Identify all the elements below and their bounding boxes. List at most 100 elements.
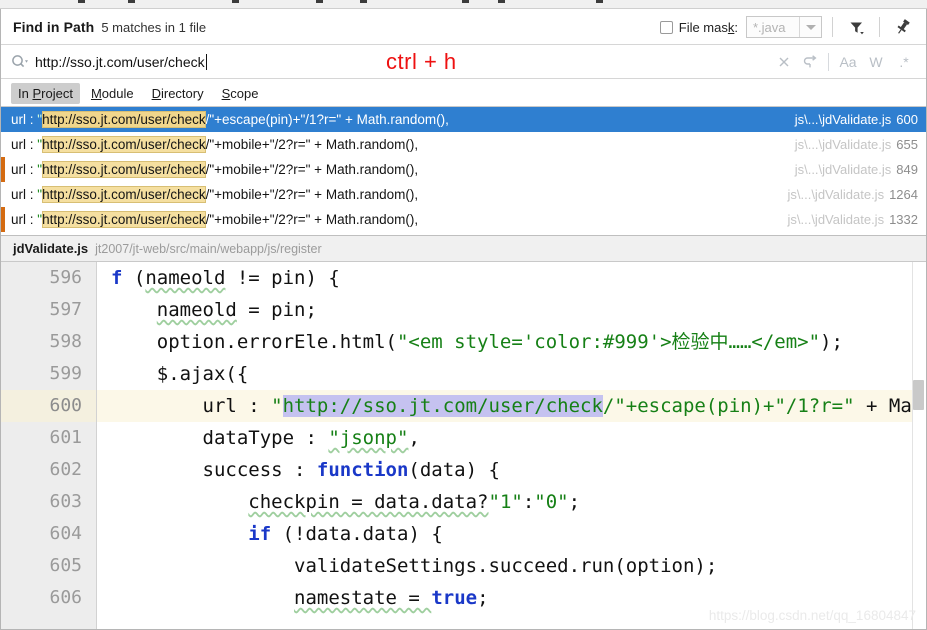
code-body: validateSettings.succeed.run(option); [294,555,718,577]
code-line: 605 validateSettings.succeed.run(option)… [1,550,926,582]
result-prefix: url : [11,162,38,177]
result-location: js\...\jdValidate.js 849 [795,157,918,182]
search-options-divider [828,53,829,71]
preview-file-header: jdValidate.js jt2007/jt-web/src/main/web… [1,236,926,262]
whole-words-toggle[interactable]: W [862,49,890,75]
editor-scrollbar[interactable] [912,262,926,629]
search-input[interactable]: http://sso.jt.com/user/check [35,54,205,70]
table-row[interactable]: url : " http://sso.jt.com/user/check/"+mo… [1,207,926,232]
preview-file-path: jt2007/jt-web/src/main/webapp/js/registe… [95,241,322,256]
tab-scope[interactable]: Scope [215,83,266,104]
code-line: 604 if (!data.data) { [1,518,926,550]
tab-module[interactable]: Module [84,83,141,104]
table-row[interactable]: url : " http://sso.jt.com/user/check/"+es… [1,107,926,132]
pin-button[interactable] [890,14,916,40]
line-number: 606 [1,582,97,614]
file-mask-dropdown-button[interactable] [799,17,821,37]
code-string-1: "1" [488,491,523,513]
result-location: js\...\jdValidate.js 1332 [787,207,918,232]
result-prefix: url : [11,112,38,127]
page-title: Find in Path [13,19,95,35]
find-in-path-window: Find in Path 5 matches in 1 file File ma… [0,0,927,630]
search-history-button[interactable] [797,49,823,75]
result-match-highlight: http://sso.jt.com/user/check [42,161,206,178]
result-match-highlight: http://sso.jt.com/user/check [42,111,206,128]
line-number: 600 [1,390,97,422]
toolbar-glyph [316,0,323,3]
filter-icon [850,22,864,34]
code-tail: ; [568,491,581,513]
clear-search-button[interactable] [771,49,797,75]
tab-mnemonic: P [32,85,42,101]
line-number: 603 [1,486,97,518]
tab-in-project[interactable]: In Project [11,82,80,104]
search-row: http://sso.jt.com/user/check ctrl + h Aa… [1,45,926,79]
code-keyword: true [431,587,478,609]
code-line: 601 dataType : "jsonp", [1,422,926,454]
filter-button[interactable] [843,14,869,40]
table-row[interactable]: url : " http://sso.jt.com/user/check/"+mo… [1,132,926,157]
results-list[interactable]: url : " http://sso.jt.com/user/check/"+es… [1,107,926,236]
code-selection-match: http://sso.jt.com/user/check [282,395,603,417]
file-mask-label-pre: File mas [678,19,728,35]
code-expr: namestate = [294,587,432,609]
table-row[interactable]: url : " http://sso.jt.com/user/check/"+mo… [1,182,926,207]
search-icon [12,55,28,68]
table-row[interactable]: url : " http://sso.jt.com/user/check/"+mo… [1,157,926,182]
result-file-name: js\...\jdValidate.js [794,112,892,127]
match-count-label: 5 matches in 1 file [101,19,207,35]
code-preview[interactable]: 596 f (nameold != pin) { 597 nameold = p… [1,262,926,629]
search-icon-button[interactable] [11,54,33,70]
result-suffix: /"+mobile+"/2?r=" + Math.random(), [205,212,419,227]
file-mask-label: File mask: [679,20,738,35]
pin-icon [897,19,910,34]
preview-file-name: jdValidate.js [13,241,89,256]
code-tail: + Ma [854,395,912,417]
code-text: success : function(data) { [97,454,500,486]
file-mask-value[interactable]: *.java [747,17,799,37]
result-suffix: /"+mobile+"/2?r=" + Math.random(), [205,187,419,202]
code-tail: (!data.data) { [271,523,443,545]
code-keyword: function [316,459,409,481]
regex-toggle[interactable]: .* [890,49,918,75]
toolbar-glyph [498,0,505,3]
tab-label-pre: In [18,85,33,101]
result-location: js\...\jdValidate.js 1264 [787,182,918,207]
code-tail: ); [820,331,843,353]
result-line-number: 655 [896,137,918,152]
file-mask-combobox[interactable]: *.java [746,16,822,38]
file-mask-checkbox-group[interactable]: File mask: [659,20,738,35]
line-number: 597 [1,294,97,326]
result-file-name: js\...\jdValidate.js [794,137,892,152]
history-icon [803,55,817,68]
code-colon: : [522,491,535,513]
code-line-highlighted: 600 url : "http://sso.jt.com/user/check/… [1,390,926,422]
code-text: dataType : "jsonp", [97,422,420,454]
chevron-down-icon [805,24,816,30]
code-expr: checkpin = data.data? [248,491,489,513]
code-call: option.errorEle.html( [156,331,397,353]
code-body: $.ajax({ [156,363,249,385]
code-identifier: nameold [156,299,237,321]
toolbar-glyph [78,0,85,3]
result-prefix: url : [11,187,38,202]
line-number: 604 [1,518,97,550]
code-line: 602 success : function(data) { [1,454,926,486]
code-text: f (nameold != pin) { [97,262,340,294]
code-line: 603 checkpin = data.data?"1":"0"; [1,486,926,518]
code-text: validateSettings.succeed.run(option); [97,550,717,582]
watermark: https://blog.csdn.net/qq_16804847 [708,608,916,623]
code-keyword: if [248,523,272,545]
tab-directory[interactable]: Directory [145,83,211,104]
code-key: url : [202,395,272,417]
file-mask-checkbox[interactable] [659,20,673,34]
search-options: Aa W .* [771,49,918,75]
line-number: 605 [1,550,97,582]
result-location: js\...\jdValidate.js 655 [795,132,918,157]
code-tail: ; [477,587,489,609]
scrollbar-thumb[interactable] [913,380,924,410]
match-case-toggle[interactable]: Aa [834,49,862,75]
toolbar-glyph [596,0,603,3]
code-rest2: != pin) { [225,267,340,289]
text-caret [205,54,207,70]
